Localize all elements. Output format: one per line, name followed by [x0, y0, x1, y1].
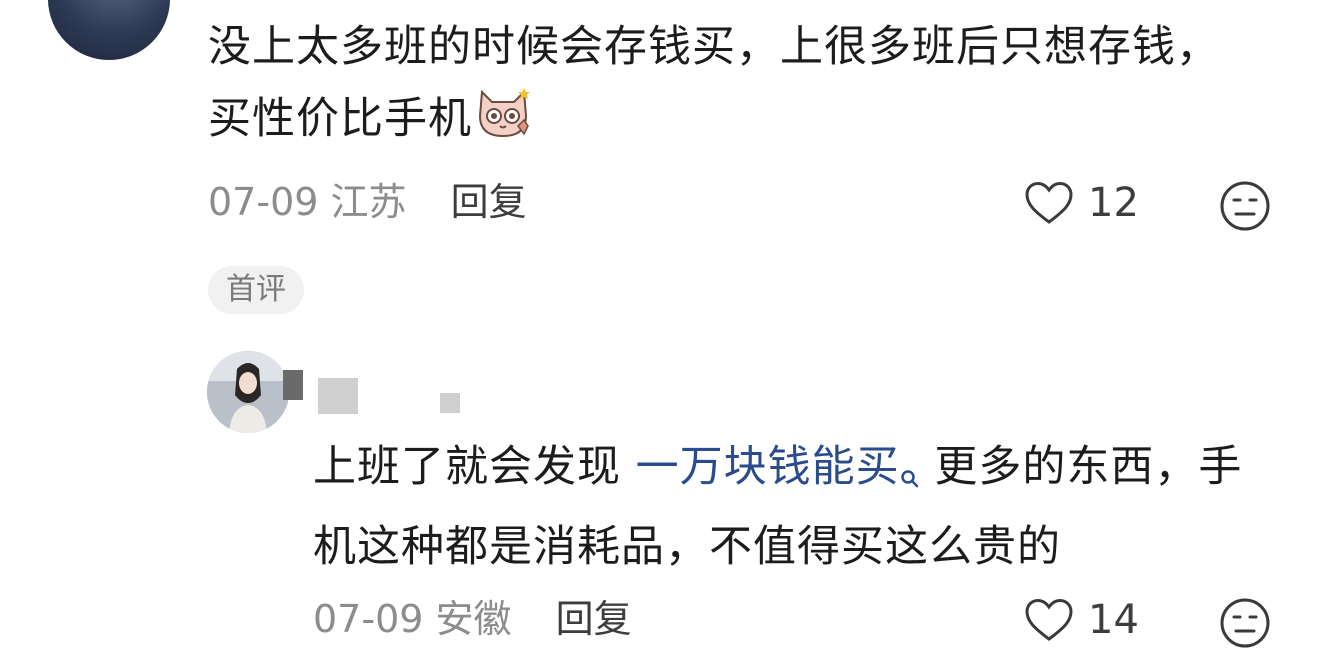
- reply-button[interactable]: 回复: [451, 180, 527, 224]
- redacted-username: [440, 393, 460, 413]
- comment-text: 上班了就会发现 一万块钱能买 更多的东西，手机这种都是消耗品，不值得买这么贵的: [313, 432, 1273, 582]
- comment-body: 没上太多班的时候会存钱买，上很多班后只想存钱，买性价比手机: [208, 22, 1220, 144]
- keyword-link[interactable]: 一万块钱能买: [636, 442, 900, 492]
- comment-location: 江苏: [330, 180, 407, 224]
- heart-outline-icon: [1025, 181, 1073, 224]
- avatar[interactable]: [207, 351, 289, 433]
- comment-date: 07-09: [208, 180, 319, 224]
- neutral-face-icon: [1220, 598, 1270, 648]
- comment-date: 07-09: [313, 597, 424, 641]
- search-icon[interactable]: [900, 442, 920, 512]
- reply-button[interactable]: 回复: [556, 597, 632, 641]
- comment-location: 安徽: [435, 597, 512, 641]
- like-button[interactable]: 12: [1024, 180, 1139, 226]
- heart-outline-icon: [1025, 598, 1073, 641]
- like-count: 14: [1088, 597, 1139, 643]
- dislike-button[interactable]: [1219, 597, 1271, 653]
- avatar[interactable]: [48, 0, 170, 60]
- comment-meta: 07-09 江苏 回复: [208, 177, 527, 227]
- like-count: 12: [1088, 180, 1139, 226]
- redacted-username: [283, 370, 303, 400]
- comment-body: 上班了就会发现: [313, 442, 636, 492]
- redacted-username: [318, 378, 358, 414]
- neutral-face-icon: [1220, 181, 1270, 231]
- dislike-button[interactable]: [1219, 180, 1271, 236]
- like-button[interactable]: 14: [1024, 597, 1139, 643]
- comment-text: 没上太多班的时候会存钱买，上很多班后只想存钱，买性价比手机: [208, 12, 1238, 161]
- comment-meta: 07-09 安徽 回复: [313, 594, 632, 644]
- first-comment-badge: 首评: [208, 266, 304, 314]
- cat-emoji-icon: [474, 82, 532, 161]
